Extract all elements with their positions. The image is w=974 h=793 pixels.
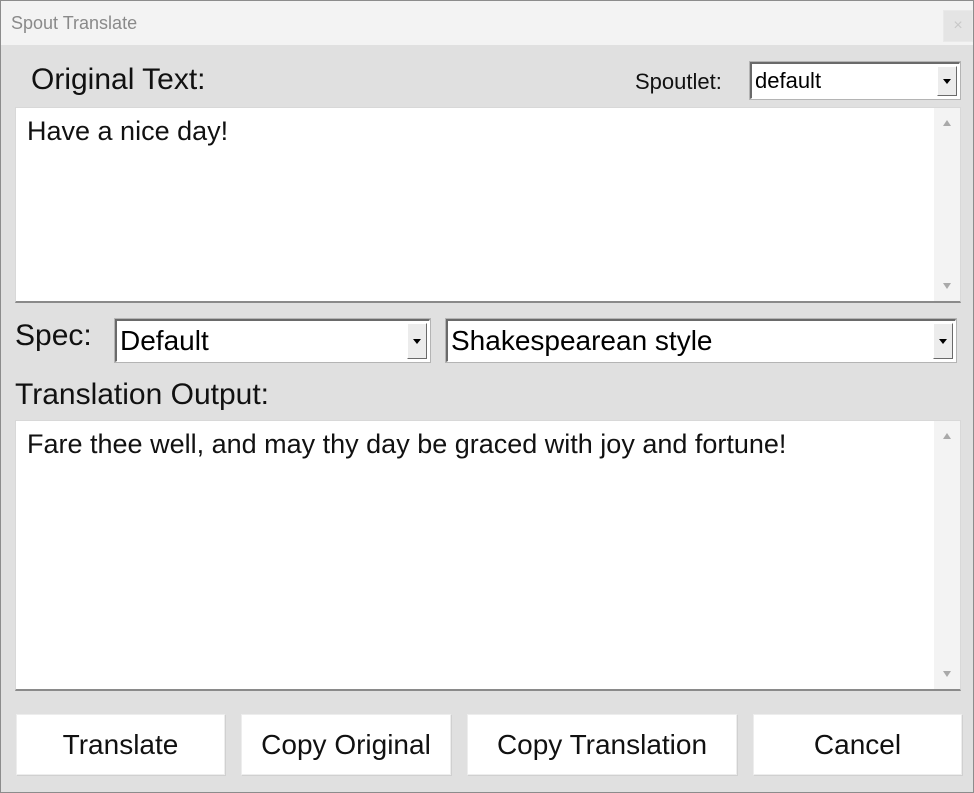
scroll-up-icon[interactable]	[943, 120, 951, 126]
chevron-down-icon[interactable]	[933, 323, 953, 359]
title-bar: Spout Translate ×	[1, 1, 973, 45]
spec-label: Spec:	[15, 319, 92, 352]
style-select[interactable]: Shakespearean style	[445, 318, 957, 363]
spoutlet-label: Spoutlet:	[635, 69, 722, 94]
original-text-label: Original Text:	[31, 63, 206, 96]
translation-output-label: Translation Output:	[15, 378, 270, 411]
window-title: Spout Translate	[11, 13, 138, 33]
scroll-down-icon[interactable]	[943, 671, 951, 677]
chevron-down-icon[interactable]	[407, 323, 427, 359]
spoutlet-selected-value: default	[755, 68, 822, 93]
original-text-scrollbar[interactable]	[934, 108, 960, 301]
copy-original-button[interactable]: Copy Original	[241, 714, 451, 775]
spout-translate-window: Spout Translate × Original Text: Spoutle…	[0, 0, 974, 793]
spoutlet-select[interactable]: default	[749, 61, 961, 100]
original-text-content: Have a nice day!	[27, 116, 229, 146]
spec-select[interactable]: Default	[114, 318, 431, 363]
cancel-button[interactable]: Cancel	[753, 714, 962, 775]
copy-translation-button[interactable]: Copy Translation	[467, 714, 737, 775]
translation-output-scrollbar[interactable]	[934, 421, 960, 689]
translate-button[interactable]: Translate	[16, 714, 225, 775]
translation-output-content: Fare thee well, and may thy day be grace…	[27, 429, 787, 459]
scroll-up-icon[interactable]	[943, 433, 951, 439]
close-button[interactable]: ×	[943, 10, 973, 42]
style-selected-value: Shakespearean style	[451, 325, 713, 356]
chevron-down-icon[interactable]	[937, 66, 957, 96]
original-text-input[interactable]: Have a nice day!	[15, 107, 961, 303]
close-icon: ×	[953, 17, 963, 34]
scroll-down-icon[interactable]	[943, 283, 951, 289]
spec-selected-value: Default	[120, 325, 209, 356]
translation-output-field[interactable]: Fare thee well, and may thy day be grace…	[15, 420, 961, 691]
